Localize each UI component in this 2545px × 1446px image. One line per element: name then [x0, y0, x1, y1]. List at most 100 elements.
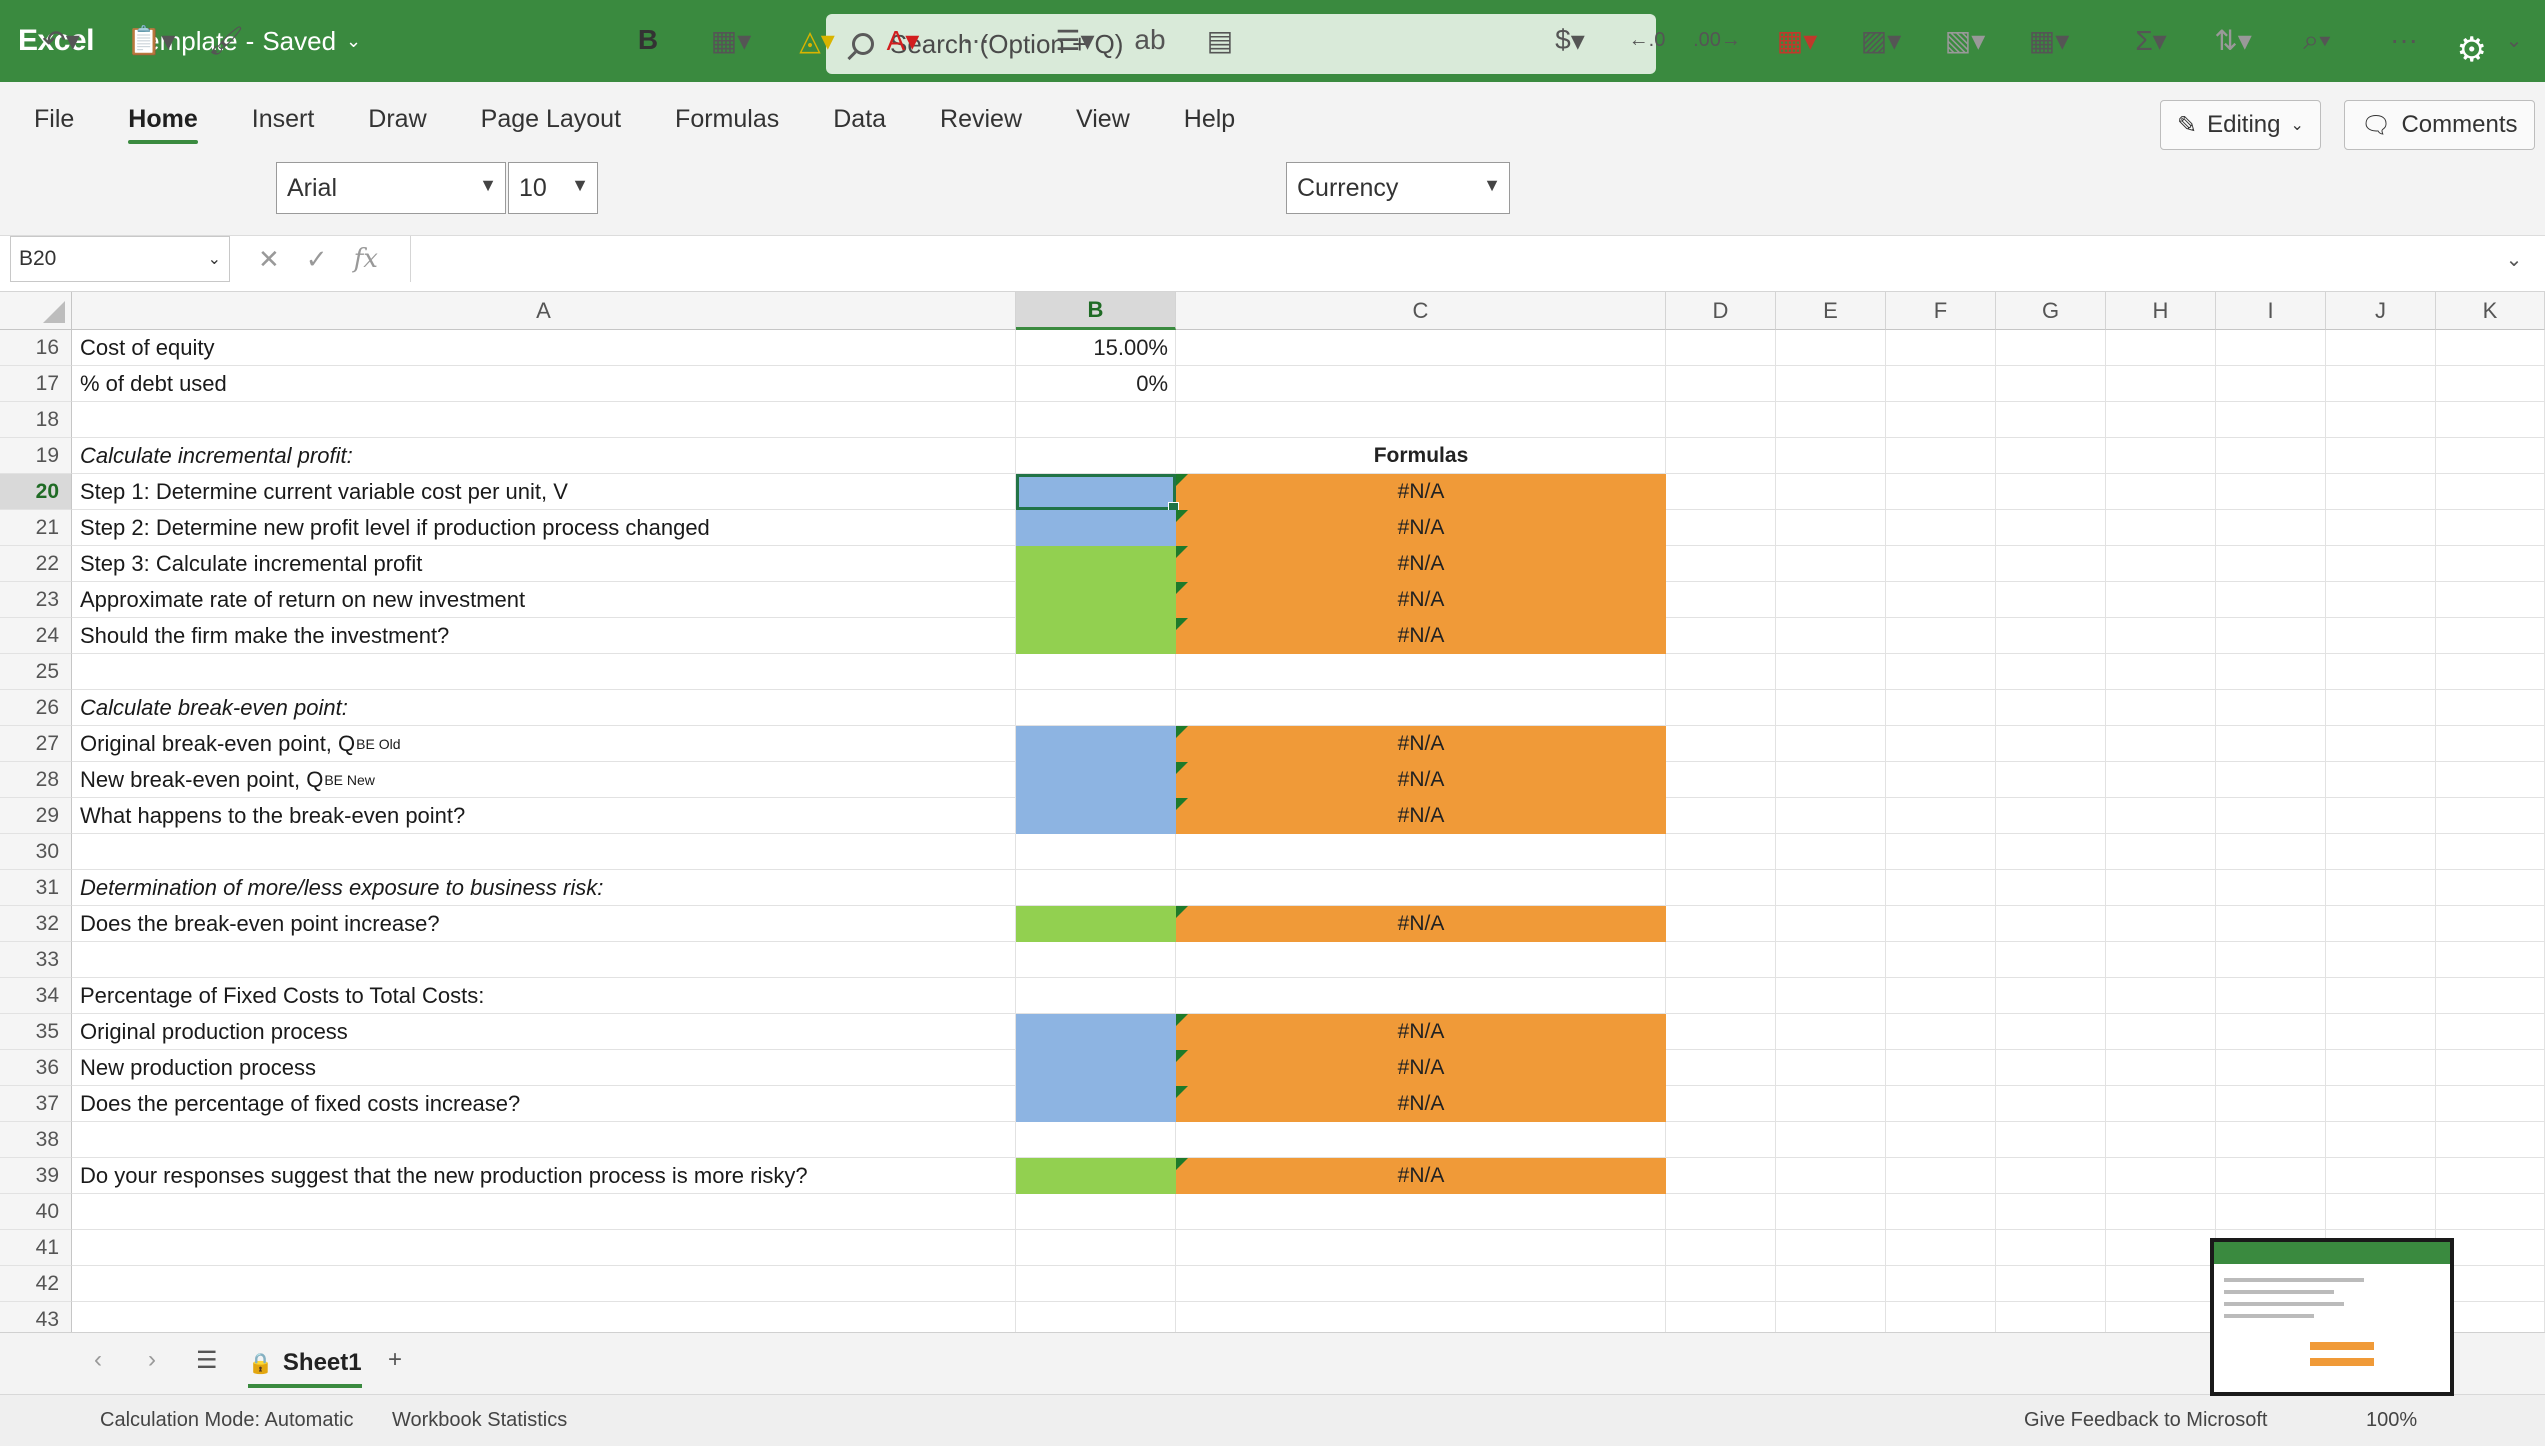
- column-header-j[interactable]: J: [2326, 292, 2436, 330]
- input-cell-blue[interactable]: [1016, 762, 1176, 798]
- column-header-c[interactable]: C: [1176, 292, 1666, 330]
- cell-a-label[interactable]: % of debt used: [80, 366, 227, 402]
- formula-result-cell[interactable]: #N/A: [1176, 582, 1666, 618]
- column-header-f[interactable]: F: [1886, 292, 1996, 330]
- cell-a-label[interactable]: Step 3: Calculate incremental profit: [80, 546, 422, 582]
- cell-a-label[interactable]: Calculate break-even point:: [80, 690, 348, 726]
- row-header[interactable]: 39: [0, 1158, 72, 1194]
- cell-a-label[interactable]: Original break-even point, Q BE Old: [80, 726, 401, 762]
- row-header[interactable]: 36: [0, 1050, 72, 1086]
- more-options-icon[interactable]: ···: [956, 14, 996, 66]
- row-header[interactable]: 32: [0, 906, 72, 942]
- cell-a-label[interactable]: Step 1: Determine current variable cost …: [80, 474, 568, 510]
- cell-a-label[interactable]: Cost of equity: [80, 330, 215, 366]
- find-icon[interactable]: ⌕▾: [2284, 14, 2350, 66]
- row-header[interactable]: 34: [0, 978, 72, 1014]
- column-header-a[interactable]: A: [72, 292, 1016, 330]
- input-cell-green[interactable]: [1016, 582, 1176, 618]
- row-header[interactable]: 42: [0, 1266, 72, 1302]
- formula-result-cell[interactable]: #N/A: [1176, 1050, 1666, 1086]
- formula-result-cell[interactable]: #N/A: [1176, 762, 1666, 798]
- input-cell-blue[interactable]: [1016, 510, 1176, 546]
- name-box[interactable]: B20 ⌄: [10, 236, 230, 282]
- cell-a-label[interactable]: Does the percentage of fixed costs incre…: [80, 1086, 520, 1122]
- formula-result-cell[interactable]: #N/A: [1176, 1086, 1666, 1122]
- borders-icon[interactable]: ▦▾: [696, 14, 766, 66]
- row-header[interactable]: 17: [0, 366, 72, 402]
- tab-draw[interactable]: Draw: [341, 82, 453, 156]
- all-sheets-icon[interactable]: ☰: [196, 1346, 218, 1375]
- row-header[interactable]: 27: [0, 726, 72, 762]
- editing-mode-button[interactable]: ✎ Editing ⌄: [2160, 100, 2321, 150]
- column-header-d[interactable]: D: [1666, 292, 1776, 330]
- cell-a-label[interactable]: Does the break-even point increase?: [80, 906, 440, 942]
- font-name-select[interactable]: Arial ▼: [276, 162, 506, 214]
- input-cell-blue[interactable]: [1016, 726, 1176, 762]
- row-header[interactable]: 31: [0, 870, 72, 906]
- worksheet-grid[interactable]: A B C D E F G H I J K 16 Cost of equity 15.00% 17 % of …: [0, 292, 2545, 1332]
- sheet-tab-sheet1[interactable]: 🔒 Sheet1: [248, 1336, 362, 1390]
- column-header-h[interactable]: H: [2106, 292, 2216, 330]
- wrap-text-icon[interactable]: ab: [1130, 14, 1170, 66]
- cell-a-label[interactable]: Approximate rate of return on new invest…: [80, 582, 525, 618]
- formula-result-cell[interactable]: #N/A: [1176, 726, 1666, 762]
- cell-a-label[interactable]: Should the firm make the investment?: [80, 618, 449, 654]
- formula-result-cell[interactable]: #N/A: [1176, 474, 1666, 510]
- settings-gear-icon[interactable]: ⚙: [2457, 30, 2487, 70]
- tab-file[interactable]: File: [0, 82, 101, 156]
- cell-a-label[interactable]: Step 2: Determine new profit level if pr…: [80, 510, 710, 546]
- window-thumbnail[interactable]: [2210, 1238, 2454, 1396]
- row-header[interactable]: 43: [0, 1302, 72, 1332]
- add-sheet-button[interactable]: +: [388, 1346, 402, 1374]
- number-format-select[interactable]: Currency ▼: [1286, 162, 1510, 214]
- input-cell-green[interactable]: [1016, 1158, 1176, 1194]
- formula-result-cell[interactable]: #N/A: [1176, 798, 1666, 834]
- formulas-header[interactable]: Formulas: [1176, 438, 1666, 474]
- row-header[interactable]: 18: [0, 402, 72, 438]
- paste-icon[interactable]: 📋▾: [116, 14, 186, 66]
- formula-input[interactable]: [410, 236, 2505, 282]
- row-header[interactable]: 22: [0, 546, 72, 582]
- sort-filter-icon[interactable]: ⇅▾: [2200, 14, 2266, 66]
- tab-formulas[interactable]: Formulas: [648, 82, 806, 156]
- align-icon[interactable]: ☰▾: [1040, 14, 1110, 66]
- cell-a-label[interactable]: Percentage of Fixed Costs to Total Costs…: [80, 978, 484, 1014]
- row-header[interactable]: 29: [0, 798, 72, 834]
- tab-insert[interactable]: Insert: [225, 82, 342, 156]
- tab-help[interactable]: Help: [1157, 82, 1262, 156]
- input-cell-green[interactable]: [1016, 906, 1176, 942]
- ribbon-more-icon[interactable]: ···: [2384, 14, 2424, 66]
- cancel-icon[interactable]: ✕: [258, 244, 280, 275]
- row-header[interactable]: 33: [0, 942, 72, 978]
- column-header-k[interactable]: K: [2436, 292, 2545, 330]
- row-header[interactable]: 35: [0, 1014, 72, 1050]
- row-header[interactable]: 23: [0, 582, 72, 618]
- input-cell-blue[interactable]: [1016, 798, 1176, 834]
- row-header[interactable]: 19: [0, 438, 72, 474]
- tab-page-layout[interactable]: Page Layout: [454, 82, 648, 156]
- function-icon[interactable]: fx: [354, 244, 378, 274]
- decrease-decimal-icon[interactable]: .00→: [1692, 14, 1742, 66]
- row-header[interactable]: 16: [0, 330, 72, 366]
- font-color-icon[interactable]: A▾: [868, 14, 938, 66]
- workbook-statistics[interactable]: Workbook Statistics: [392, 1409, 567, 1432]
- active-cell-selection[interactable]: [1016, 474, 1179, 513]
- row-header[interactable]: 38: [0, 1122, 72, 1158]
- formula-result-cell[interactable]: #N/A: [1176, 618, 1666, 654]
- cell-a-label[interactable]: Calculate incremental profit:: [80, 438, 353, 474]
- column-header-b[interactable]: B: [1016, 292, 1176, 330]
- fill-color-icon[interactable]: ◬▾: [782, 14, 852, 66]
- zoom-level[interactable]: 100%: [2366, 1409, 2417, 1432]
- column-header-e[interactable]: E: [1776, 292, 1886, 330]
- row-header[interactable]: 41: [0, 1230, 72, 1266]
- cell-b-value[interactable]: 15.00%: [1016, 330, 1174, 366]
- bold-button[interactable]: B: [628, 14, 668, 66]
- input-cell-blue[interactable]: [1016, 1086, 1176, 1122]
- give-feedback-link[interactable]: Give Feedback to Microsoft: [2024, 1409, 2267, 1432]
- tab-view[interactable]: View: [1049, 82, 1157, 156]
- row-header[interactable]: 30: [0, 834, 72, 870]
- cell-styles-icon[interactable]: ▧▾: [1932, 14, 1998, 66]
- formula-result-cell[interactable]: #N/A: [1176, 1014, 1666, 1050]
- input-cell-blue[interactable]: [1016, 1050, 1176, 1086]
- row-header[interactable]: 28: [0, 762, 72, 798]
